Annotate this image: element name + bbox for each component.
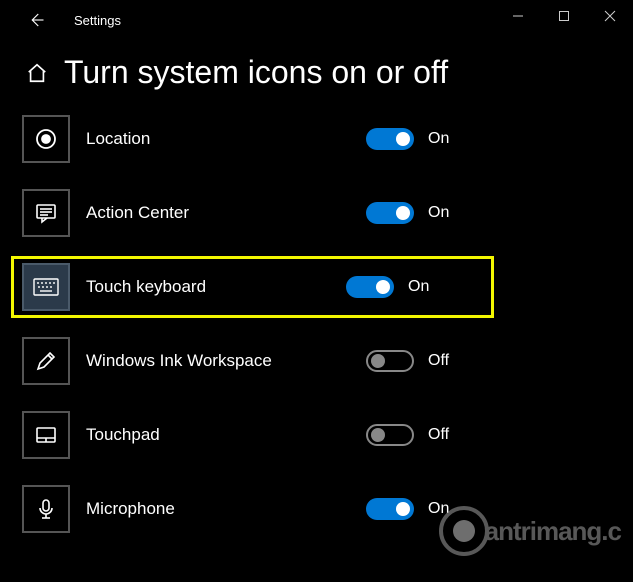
- setting-row-microphone: Microphone On: [22, 481, 611, 537]
- close-button[interactable]: [587, 0, 633, 32]
- pen-icon: [22, 337, 70, 385]
- setting-row-action-center: Action Center On: [22, 185, 611, 241]
- minimize-button[interactable]: [495, 0, 541, 32]
- setting-label: Windows Ink Workspace: [86, 351, 366, 371]
- setting-row-windows-ink: Windows Ink Workspace Off: [22, 333, 611, 389]
- page-header: Turn system icons on or off: [0, 40, 633, 111]
- titlebar: Settings: [0, 0, 633, 40]
- app-title: Settings: [74, 13, 121, 28]
- toggle-action-center[interactable]: [366, 202, 414, 224]
- setting-row-touch-keyboard: Touch keyboard On: [14, 259, 491, 315]
- toggle-state-text: On: [428, 500, 449, 518]
- settings-list: Location On Action Center On Touch keybo…: [0, 111, 633, 537]
- page-title: Turn system icons on or off: [64, 54, 448, 91]
- toggle-touchpad[interactable]: [366, 424, 414, 446]
- toggle-state-text: Off: [428, 352, 449, 370]
- location-icon: [22, 115, 70, 163]
- toggle-state-text: On: [428, 204, 449, 222]
- microphone-icon: [22, 485, 70, 533]
- setting-label: Location: [86, 129, 366, 149]
- setting-label: Touchpad: [86, 425, 366, 445]
- keyboard-icon: [22, 263, 70, 311]
- toggle-windows-ink[interactable]: [366, 350, 414, 372]
- touchpad-icon: [22, 411, 70, 459]
- maximize-button[interactable]: [541, 0, 587, 32]
- setting-label: Touch keyboard: [86, 277, 346, 297]
- toggle-microphone[interactable]: [366, 498, 414, 520]
- home-icon: [26, 62, 48, 89]
- setting-row-location: Location On: [22, 111, 611, 167]
- setting-label: Action Center: [86, 203, 366, 223]
- setting-row-touchpad: Touchpad Off: [22, 407, 611, 463]
- action-center-icon: [22, 189, 70, 237]
- toggle-touch-keyboard[interactable]: [346, 276, 394, 298]
- toggle-state-text: On: [428, 130, 449, 148]
- toggle-location[interactable]: [366, 128, 414, 150]
- back-button[interactable]: [22, 6, 50, 34]
- toggle-state-text: On: [408, 278, 429, 296]
- window-controls: [495, 0, 633, 32]
- toggle-state-text: Off: [428, 426, 449, 444]
- setting-label: Microphone: [86, 499, 366, 519]
